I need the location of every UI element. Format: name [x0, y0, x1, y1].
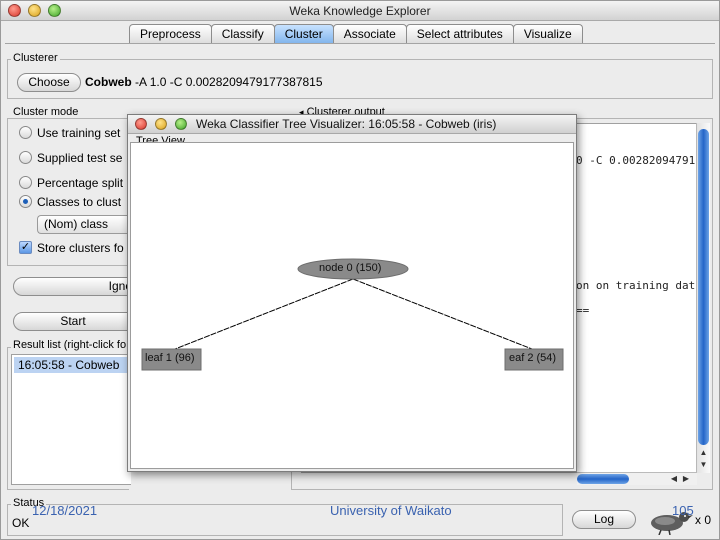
- log-button[interactable]: Log: [572, 510, 636, 529]
- output-vertical-scrollbar[interactable]: ▲ ▼: [696, 123, 710, 473]
- window-titlebar: Weka Knowledge Explorer: [1, 1, 719, 21]
- mode-radio-training[interactable]: [19, 126, 32, 139]
- tab-divider: [5, 43, 715, 44]
- tree-zoom-icon[interactable]: [175, 118, 187, 130]
- scroll-left-arrow-icon[interactable]: ◀: [669, 474, 679, 484]
- window-title: Weka Knowledge Explorer: [289, 4, 431, 18]
- tab-bar: Preprocess Classify Cluster Associate Se…: [129, 24, 583, 44]
- status-text: OK: [12, 516, 30, 530]
- clusterer-config[interactable]: Cobweb -A 1.0 -C 0.0028209479177387815: [85, 75, 323, 89]
- store-clusters-checkbox[interactable]: ✓: [19, 241, 32, 254]
- scroll-right-arrow-icon[interactable]: ▶: [681, 474, 691, 484]
- output-line-3: ==: [576, 304, 590, 317]
- mode-label-percentage: Percentage split: [37, 176, 124, 190]
- start-button[interactable]: Start: [13, 312, 139, 331]
- root-node-label: node 0 (150): [319, 262, 382, 274]
- scroll-down-arrow-icon[interactable]: ▼: [698, 460, 709, 470]
- mode-radio-percentage[interactable]: [19, 176, 32, 189]
- mode-radio-supplied[interactable]: [19, 151, 32, 164]
- result-list[interactable]: 16:05:58 - Cobweb: [11, 354, 134, 485]
- edge-root-leaf2: [352, 278, 533, 350]
- tree-view-canvas[interactable]: node 0 (150) leaf 1 (96) eaf 2 (54): [130, 142, 574, 469]
- tree-diagram: [141, 258, 564, 371]
- clusterer-legend: Clusterer: [11, 52, 60, 64]
- tab-preprocess[interactable]: Preprocess: [129, 24, 212, 44]
- mode-radio-classes[interactable]: [19, 195, 32, 208]
- status-x-count: x 0: [695, 513, 712, 527]
- choose-button[interactable]: Choose: [17, 73, 81, 92]
- output-line-2: on on training data: [576, 279, 702, 292]
- footer-institution: University of Waikato: [330, 503, 452, 518]
- tab-classify[interactable]: Classify: [210, 24, 275, 44]
- tree-visualizer-window: Weka Classifier Tree Visualizer: 16:05:5…: [127, 114, 577, 472]
- mode-label-supplied: Supplied test se: [37, 151, 123, 165]
- algorithm-options: -A 1.0 -C 0.0028209479177387815: [135, 75, 323, 89]
- footer-page-number: 105: [672, 503, 694, 518]
- tree-close-icon[interactable]: [135, 118, 147, 130]
- ignore-attributes-button[interactable]: Igno: [13, 277, 139, 296]
- algorithm-name: Cobweb: [85, 75, 132, 89]
- tab-associate[interactable]: Associate: [332, 24, 407, 44]
- footer-date: 12/18/2021: [32, 503, 98, 518]
- output-line-1: 0 -C 0.002820947917: [576, 154, 702, 167]
- scroll-up-arrow-icon[interactable]: ▲: [698, 448, 709, 458]
- tab-select-attributes[interactable]: Select attributes: [405, 24, 514, 44]
- mode-label-classes: Classes to clust: [37, 195, 122, 209]
- tab-visualize[interactable]: Visualize: [512, 24, 583, 44]
- tab-cluster[interactable]: Cluster: [273, 24, 334, 44]
- output-horizontal-scrollbar[interactable]: ◀ ▶: [577, 472, 697, 485]
- result-list-item[interactable]: 16:05:58 - Cobweb: [14, 357, 134, 373]
- result-list-legend: Result list (right-click fo: [11, 339, 129, 351]
- edge-root-leaf1: [174, 278, 354, 350]
- class-attribute-select[interactable]: (Nom) class: [37, 215, 137, 234]
- horizontal-scroll-thumb[interactable]: [577, 474, 629, 484]
- leaf-1-label: leaf 1 (96): [145, 352, 195, 364]
- tree-minimize-icon[interactable]: [155, 118, 167, 130]
- tree-visualizer-title: Weka Classifier Tree Visualizer: 16:05:5…: [196, 117, 497, 131]
- store-clusters-label: Store clusters fo: [37, 241, 124, 255]
- vertical-scroll-thumb[interactable]: [698, 129, 709, 445]
- mode-label-training: Use training set: [37, 126, 121, 140]
- tree-visualizer-titlebar: Weka Classifier Tree Visualizer: 16:05:5…: [128, 115, 576, 134]
- leaf-2-label: eaf 2 (54): [509, 352, 557, 364]
- cluster-mode-legend: Cluster mode: [11, 106, 81, 118]
